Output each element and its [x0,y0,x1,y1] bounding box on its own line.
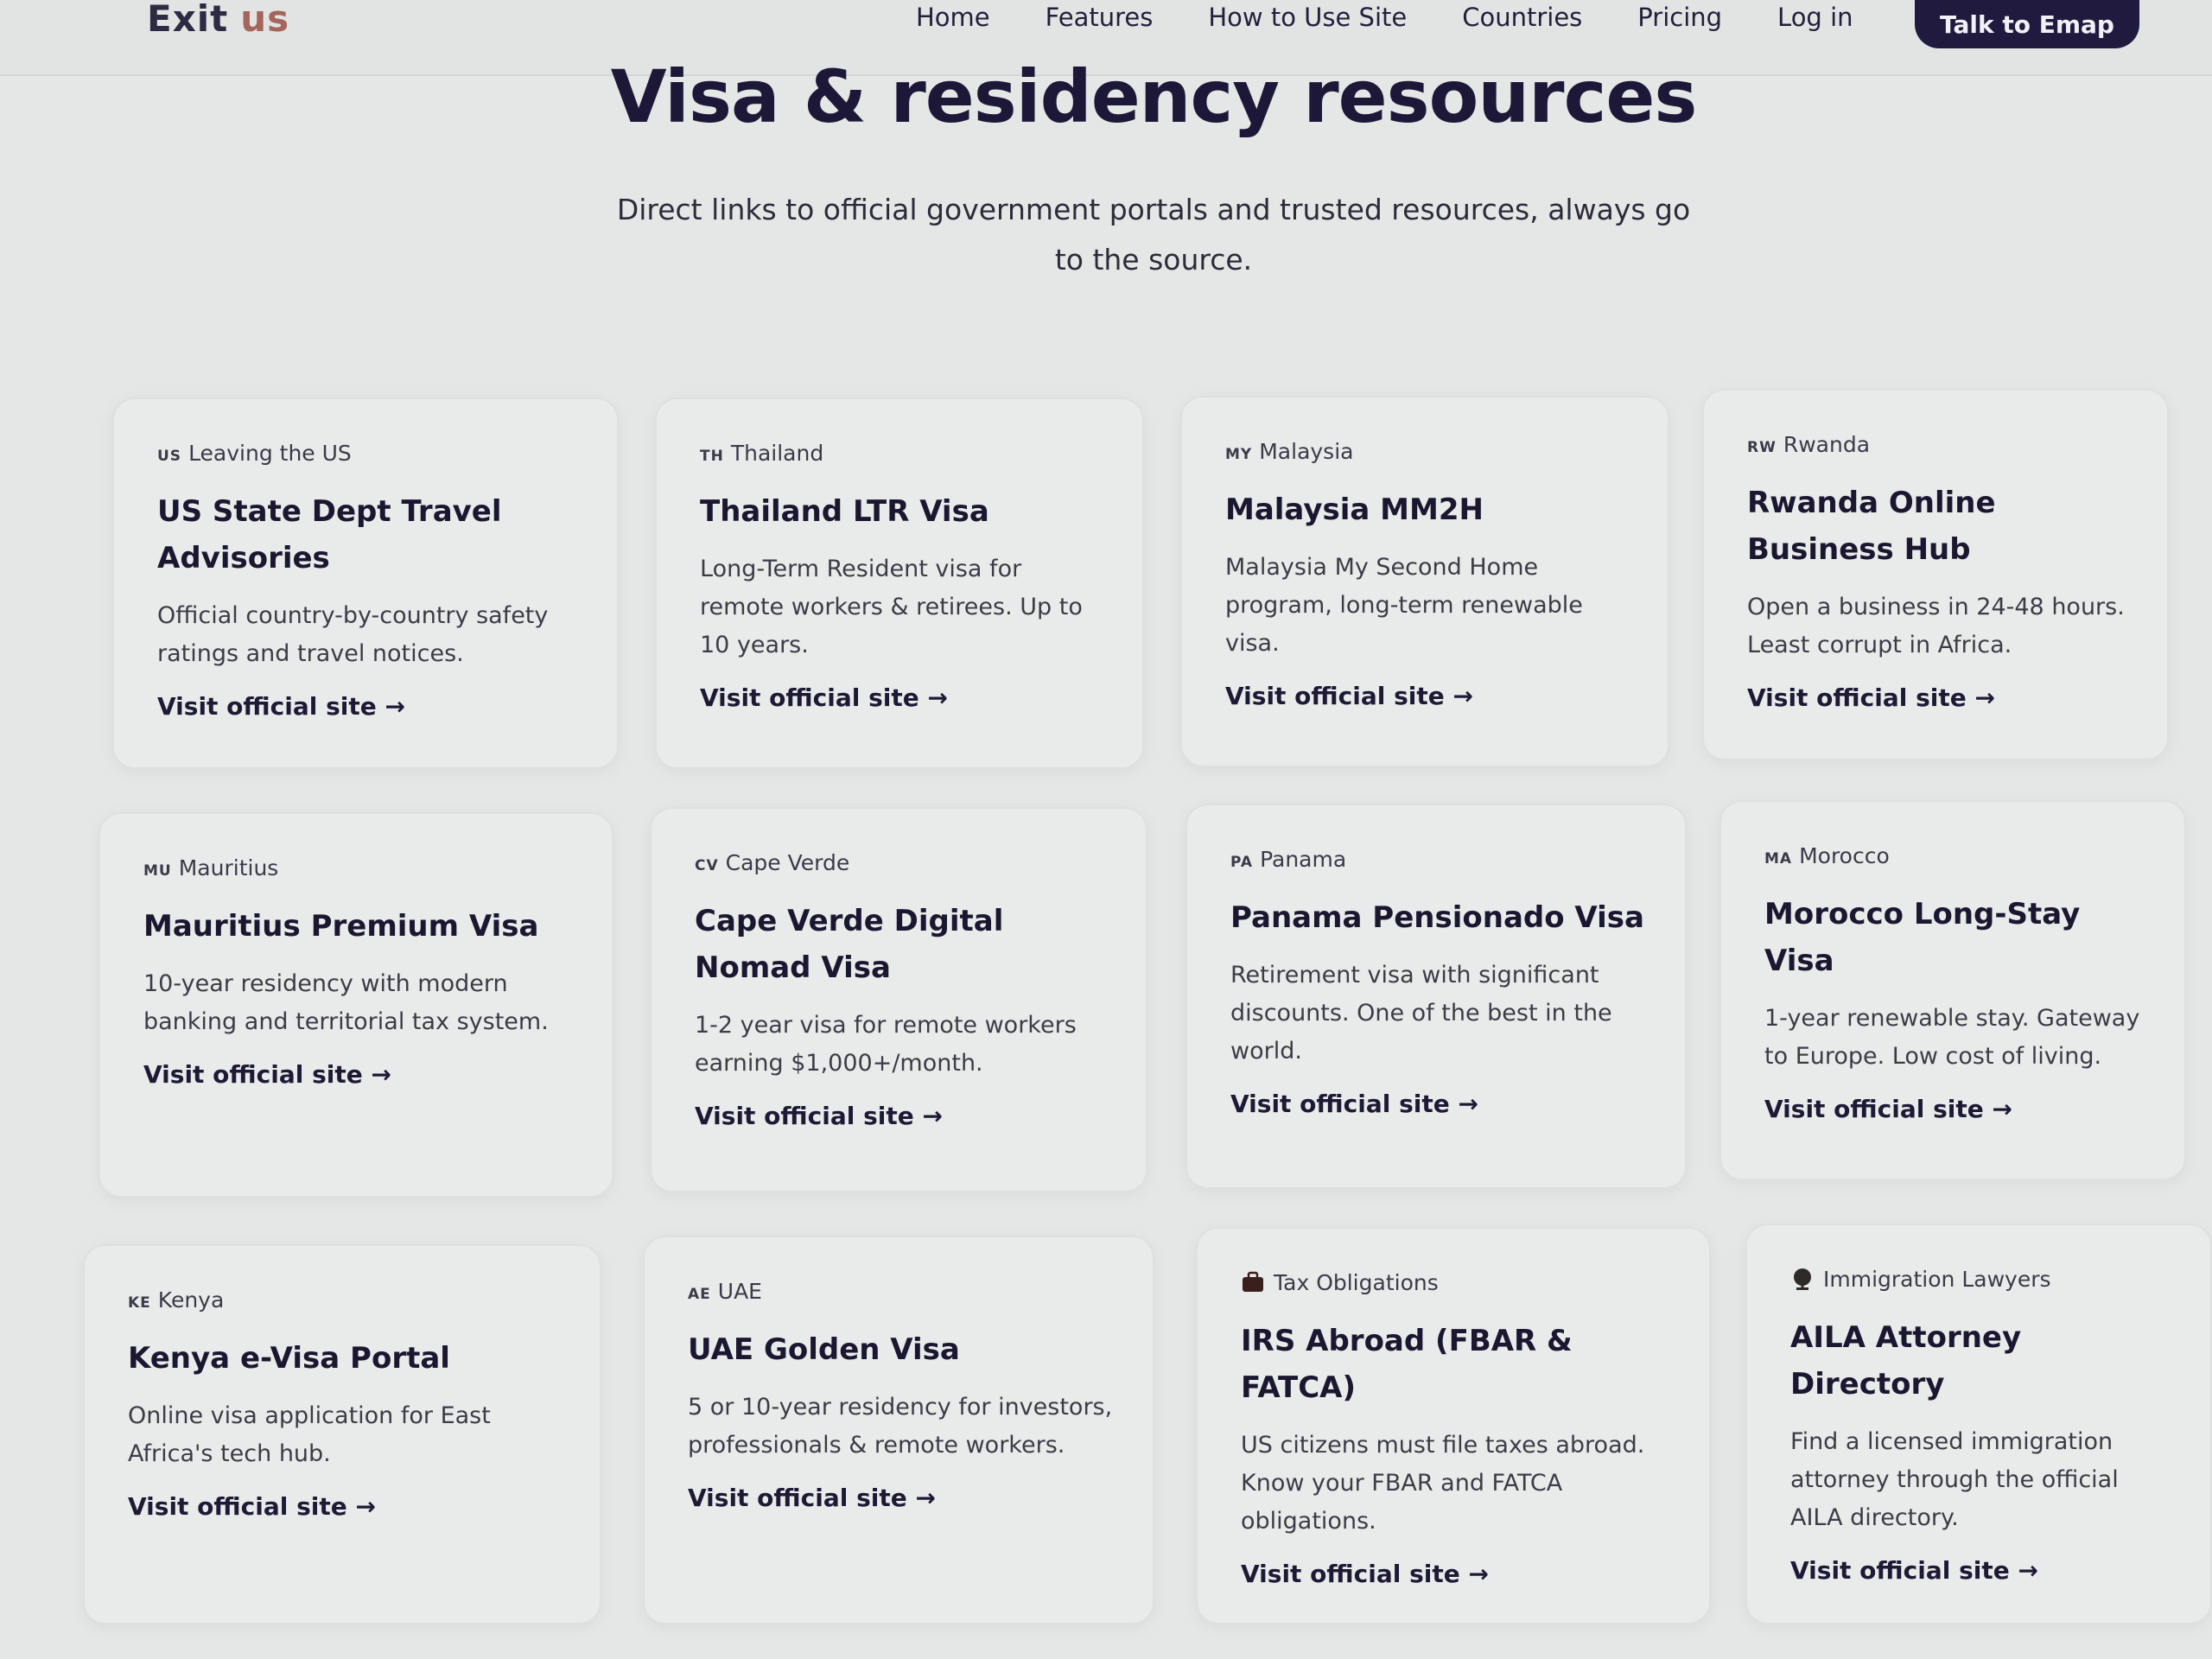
card-description: Long-Term Resident visa for remote worke… [700,556,1083,658]
resource-card-uae-golden: AE UAE UAE Golden Visa 5 or 10-year resid… [643,1236,1154,1624]
card-tag-label: Leaving the US [188,441,352,466]
country-code: KE [128,1294,151,1312]
country-code: MU [143,862,172,880]
card-description: 10-year residency with modern banking an… [143,970,549,1035]
resource-card-morocco-long-stay: MA Morocco Morocco Long-Stay Visa 1-year … [1719,800,2186,1180]
visit-official-site-link[interactable]: Visit official site → [700,683,1106,712]
country-code: TH [700,448,724,465]
card-tag: PA Panama [1230,847,1649,872]
card-title: IRS Abroad (FBAR & FATCA) [1241,1324,1573,1405]
card-tag-label: UAE [717,1279,762,1304]
visit-official-site-link[interactable]: Visit official site → [128,1492,563,1521]
nav-link-countries[interactable]: Countries [1462,3,1582,32]
talk-to-emap-button[interactable]: Talk to Emap [1915,0,2139,48]
resource-card-irs-abroad: Tax Obligations IRS Abroad (FBAR & FATCA… [1196,1227,1711,1624]
card-title: Kenya e-Visa Portal [128,1341,450,1376]
visit-official-site-link[interactable]: Visit official site → [143,1060,575,1089]
visit-official-site-link[interactable]: Visit official site → [1764,1095,2148,1123]
card-tag-label: Tax Obligations [1274,1270,1439,1295]
card-description: 1-2 year visa for remote workers earning… [695,1012,1077,1077]
card-tag: US Leaving the US [157,441,581,466]
card-tag: MY Malaysia [1225,439,1631,464]
visit-official-site-link[interactable]: Visit official site → [157,692,581,721]
visit-official-site-link[interactable]: Visit official site → [688,1484,1116,1512]
card-tag: MA Morocco [1764,843,2148,868]
resource-card-kenya-evisa: KE Kenya Kenya e-Visa Portal Online visa … [83,1244,601,1624]
resource-card-malaysia-mm2h: MY Malaysia Malaysia MM2H Malaysia My Sec… [1180,396,1669,767]
card-tag: MU Mauritius [143,855,575,880]
country-code: MY [1225,446,1253,463]
card-description: Retirement visa with significant discoun… [1230,962,1612,1065]
card-tag-label: Malaysia [1259,439,1354,464]
card-tag-label: Mauritius [178,855,279,880]
card-description: 1-year renewable stay. Gateway to Europe… [1764,1005,2140,1070]
resource-card-thailand-ltr: TH Thailand Thailand LTR Visa Long-Term R… [655,397,1144,769]
resource-card-panama-pensionado: PA Panama Panama Pensionado Visa Retireme… [1185,804,1687,1189]
card-tag-label: Rwanda [1783,432,1871,457]
card-description: Online visa application for East Africa'… [128,1402,491,1467]
page-subtitle: Direct links to official government port… [616,193,1691,276]
card-title: Rwanda Online Business Hub [1747,486,1996,567]
card-tag-label: Morocco [1799,843,1890,868]
visit-official-site-link[interactable]: Visit official site → [1747,683,2131,712]
card-description: 5 or 10-year residency for investors, pr… [688,1394,1113,1459]
card-tag: AE UAE [688,1279,1116,1304]
card-description: Find a licensed immigration attorney thr… [1790,1428,2119,1531]
card-description: US citizens must file taxes abroad. Know… [1241,1432,1645,1535]
resource-card-cape-verde-nomad: CV Cape Verde Cape Verde Digital Nomad Vi… [650,807,1147,1192]
card-tag-label: Cape Verde [725,850,850,875]
card-title: US State Dept Travel Advisories [157,494,502,575]
card-tag: CV Cape Verde [695,850,1109,875]
nav-link-login[interactable]: Log in [1777,3,1853,32]
card-tag: RW Rwanda [1747,432,2131,457]
visit-official-site-link[interactable]: Visit official site → [1790,1556,2174,1585]
nav-link-features[interactable]: Features [1046,3,1154,32]
country-code: AE [688,1286,711,1303]
card-title: Mauritius Premium Visa [143,909,539,944]
card-description: Official country-by-country safety ratin… [157,602,549,667]
card-tag: TH Thailand [700,441,1106,466]
resource-card-aila-directory: Immigration Lawyers AILA Attorney Direct… [1745,1224,2212,1624]
visit-official-site-link[interactable]: Visit official site → [695,1102,1109,1130]
card-tag-label: Thailand [730,441,824,466]
nav-links: Home Features How to Use Site Countries … [916,0,1853,35]
visit-official-site-link[interactable]: Visit official site → [1225,682,1631,710]
resource-card-rwanda-business-hub: RW Rwanda Rwanda Online Business Hub Open… [1702,389,2169,760]
card-tag: KE Kenya [128,1287,563,1313]
logo[interactable]: Exit us [147,0,289,38]
country-code: RW [1747,439,1777,456]
logo-word-exit: Exit [147,0,229,40]
country-code: PA [1230,854,1254,871]
card-title: Panama Pensionado Visa [1230,900,1644,935]
logo-word-us: us [240,0,290,40]
card-title: Malaysia MM2H [1225,493,1484,527]
country-code: US [157,448,182,465]
card-title: AILA Attorney Directory [1790,1320,2022,1402]
visit-official-site-link[interactable]: Visit official site → [1241,1560,1673,1588]
briefcase-icon [1241,1271,1265,1294]
card-title: Morocco Long-Stay Visa [1764,897,2081,978]
nav-link-pricing[interactable]: Pricing [1637,3,1722,32]
resource-card-us-state-dept: US Leaving the US US State Dept Travel Ad… [112,397,619,769]
scales-icon [1790,1268,1815,1290]
country-code: MA [1764,850,1793,868]
card-tag-label: Immigration Lawyers [1823,1267,2051,1292]
resource-card-mauritius-premium: MU Mauritius Mauritius Premium Visa 10-ye… [99,812,613,1198]
visit-official-site-link[interactable]: Visit official site → [1230,1090,1649,1118]
card-title: Cape Verde Digital Nomad Visa [695,904,1004,985]
card-description: Open a business in 24-48 hours. Least co… [1747,594,2125,658]
page-title: Visa & residency resources [610,54,1698,139]
card-tag-label: Kenya [157,1287,225,1313]
card-tag: Immigration Lawyers [1790,1267,2174,1292]
card-title: UAE Golden Visa [688,1332,960,1367]
nav-link-home[interactable]: Home [916,3,990,32]
card-tag-label: Panama [1260,847,1347,872]
card-description: Malaysia My Second Home program, long-te… [1225,554,1583,657]
country-code: CV [695,857,719,874]
card-tag: Tax Obligations [1241,1270,1673,1295]
card-title: Thailand LTR Visa [700,494,989,529]
nav-link-how-to-use[interactable]: How to Use Site [1208,3,1407,32]
